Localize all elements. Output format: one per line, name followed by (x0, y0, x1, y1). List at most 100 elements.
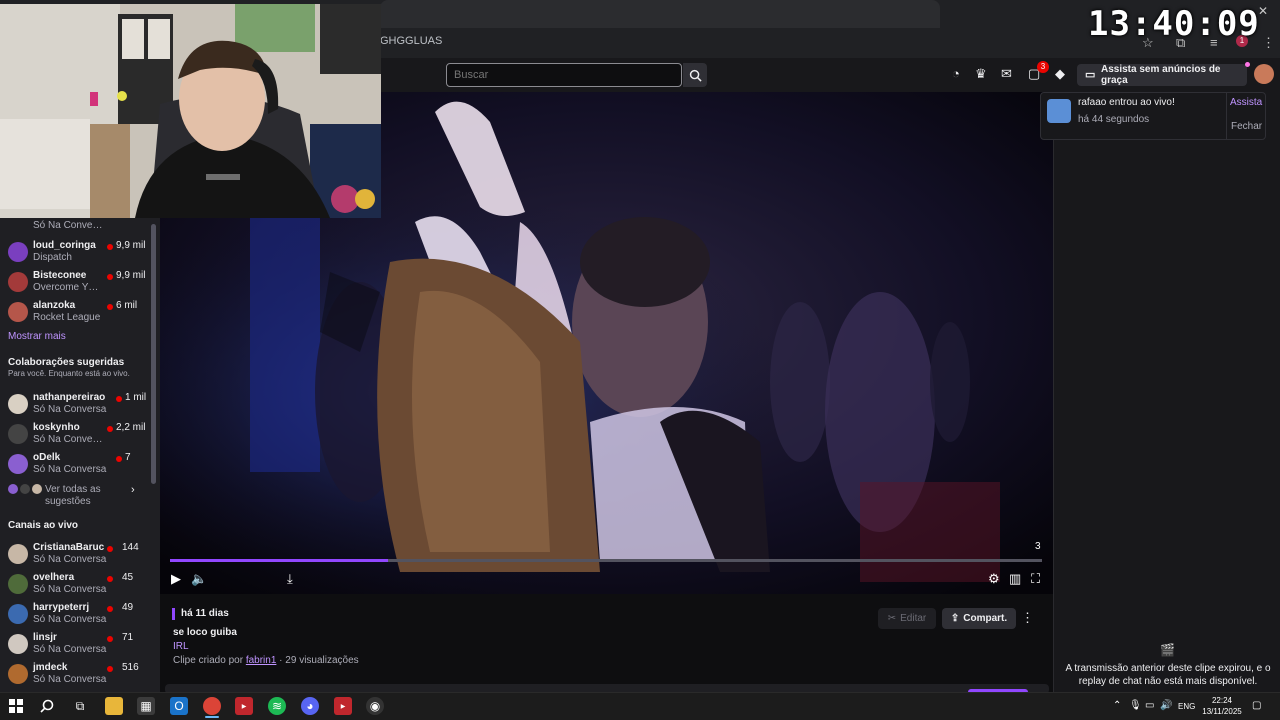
prime-icon[interactable]: ◔ (952, 66, 960, 81)
channel-game: Só Na Conversa (33, 404, 107, 415)
streamer-avatar (1047, 99, 1071, 123)
crown-icon[interactable]: ♛ (975, 66, 987, 82)
channel-game: Só Na Conve… (33, 434, 103, 445)
edit-button[interactable]: ✂ Editar (878, 608, 936, 629)
tray-chevron-icon[interactable]: ⌃ (1113, 700, 1121, 711)
windows-start-icon[interactable] (7, 697, 25, 715)
windows-logo (9, 699, 23, 713)
chat-unavailable-message: A transmissão anterior deste clipe expir… (1065, 663, 1271, 687)
share-button[interactable]: ⇪ Compart. (942, 608, 1016, 629)
clip-age: há 11 dias (181, 608, 229, 619)
webcam-overlay (0, 4, 381, 218)
sidebar-collab-odelk[interactable]: oDelk Só Na Conversa 7 (0, 450, 150, 480)
volume-icon[interactable]: 🔈 (191, 571, 207, 587)
microphone-icon[interactable]: 🎙 (1129, 700, 1142, 711)
settings-icon[interactable]: ⚙ (988, 571, 1000, 587)
channel-name: oDelk (33, 452, 61, 463)
notification-center-icon[interactable]: ▢ (1252, 700, 1261, 711)
channel-avatar (8, 394, 28, 414)
network-icon[interactable]: ▭ (1145, 700, 1154, 711)
language-indicator[interactable]: ENG (1178, 702, 1195, 711)
tray-clock[interactable]: 22:24 13/11/2025 (1200, 695, 1244, 717)
clip-category-link[interactable]: IRL (173, 641, 189, 652)
live-dot (116, 396, 122, 402)
more-options-icon[interactable]: ⋮ (1021, 610, 1034, 626)
browser-menu-icon[interactable]: ⋮ (1262, 35, 1275, 51)
adfree-button[interactable]: ▭ Assista sem anúncios de graça (1077, 64, 1247, 86)
channel-avatar (8, 454, 28, 474)
see-all-label: Ver todas as sugestões (45, 484, 101, 507)
channel-avatar (8, 574, 28, 594)
sidebar-live-cristianabaruc[interactable]: CristianaBaruc Só Na Conversa 144 (0, 540, 150, 570)
channel-avatar (8, 242, 28, 262)
sidebar-scrollbar[interactable] (151, 224, 156, 484)
bits-icon[interactable]: ◆ (1055, 66, 1065, 82)
store-icon[interactable]: ▦ (137, 697, 155, 715)
viewer-count: 144 (122, 542, 139, 553)
sidebar-channel-partial[interactable]: Só Na Conve… (0, 218, 150, 240)
age-accent-bar (172, 608, 175, 620)
fullscreen-icon[interactable]: ⛶ (1031, 571, 1040, 587)
channel-avatar (8, 302, 28, 322)
file-explorer-icon[interactable] (105, 697, 123, 715)
progress-fill (170, 559, 388, 562)
viewer-count: 9,9 mil (116, 240, 146, 251)
search-box[interactable] (446, 63, 682, 87)
show-more-link[interactable]: Mostrar mais (8, 331, 66, 342)
toast-watch-button[interactable]: Assista (1230, 97, 1262, 108)
outlook-icon[interactable]: O (170, 697, 188, 715)
discord-icon[interactable]: ◕ (301, 697, 319, 715)
chrome-icon[interactable] (203, 697, 221, 715)
toast-divider (1226, 92, 1227, 140)
sidebar-channel-bisteconee[interactable]: Bisteconee Overcome Y… 9,9 mil (0, 268, 150, 298)
inbox-icon[interactable]: ✉ (1001, 66, 1012, 82)
clip-views: · 29 visualizações (276, 655, 359, 666)
clip-creator-link[interactable]: fabrin1 (246, 655, 277, 666)
live-dot (107, 244, 113, 250)
speaker-icon[interactable]: 🔊 (1160, 700, 1172, 711)
viewer-count: 1 mil (125, 392, 147, 403)
see-all-suggestions[interactable]: Ver todas as sugestões › (0, 482, 150, 512)
channel-name: Bisteconee (33, 270, 87, 281)
live-dot (107, 304, 113, 310)
task-view-icon[interactable]: ⧉ (71, 697, 89, 715)
search-input[interactable] (447, 64, 681, 86)
adfree-label: Assista sem anúncios de graça (1101, 64, 1221, 86)
sidebar-collab-koskynho[interactable]: koskynho Só Na Conve… 2,2 mil (0, 420, 150, 450)
viewer-count: 6 mil (116, 300, 138, 311)
video-editor-icon[interactable]: ▶ (235, 697, 253, 715)
sidebar-live-jmdeck[interactable]: jmdeck Só Na Conversa 516 (0, 660, 150, 690)
video-editor-2-icon[interactable]: ▶ (334, 697, 352, 715)
channel-name: nathanpereirao (33, 392, 106, 403)
theatre-mode-icon[interactable]: ▥ (1009, 571, 1021, 587)
taskbar-search-icon[interactable] (38, 697, 56, 715)
spotify-icon[interactable]: ≋ (268, 697, 286, 715)
sidebar-live-linsjr[interactable]: linsjr Só Na Conversa 71 (0, 630, 150, 660)
tray-time: 22:24 (1211, 696, 1233, 705)
search-button[interactable] (683, 63, 707, 87)
play-icon[interactable]: ▶ (171, 571, 181, 587)
obs-icon[interactable]: ◉ (366, 697, 384, 715)
windows-taskbar (0, 692, 1280, 720)
notification-badge: 3 (1037, 61, 1049, 73)
live-dot (107, 426, 113, 432)
live-dot (107, 636, 113, 642)
browser-tab[interactable] (380, 0, 940, 28)
sidebar-collab-nathanpereirao[interactable]: nathanpereirao Só Na Conversa 1 mil (0, 390, 150, 420)
sidebar-live-harrypeterrj[interactable]: harrypeterrj Só Na Conversa 49 (0, 600, 150, 630)
channel-avatar (8, 634, 28, 654)
channel-game: Só Na Conversa (33, 614, 107, 625)
user-avatar[interactable] (1254, 64, 1274, 84)
sidebar-live-ovelhera[interactable]: ovelhera Só Na Conversa 45 (0, 570, 150, 600)
download-icon[interactable]: ⤓ (287, 571, 293, 587)
sidebar-channel-loud-coringa[interactable]: loud_coringa Dispatch 9,9 mil (0, 238, 150, 268)
sidebar-channel-alanzoka[interactable]: alanzoka Rocket League 6 mil (0, 298, 150, 328)
channel-name: koskynho (33, 422, 80, 433)
channel-name: CristianaBaruc (33, 542, 105, 553)
clip-title: se loco guiba (173, 627, 237, 638)
clip-meta: Clipe criado por fabrin1 · 29 visualizaç… (173, 655, 359, 666)
toast-close-button[interactable]: Fechar (1231, 121, 1262, 132)
edit-label: Editar (900, 613, 927, 624)
live-channels-heading: Canais ao vivo (8, 520, 79, 531)
active-app-indicator (205, 716, 219, 718)
